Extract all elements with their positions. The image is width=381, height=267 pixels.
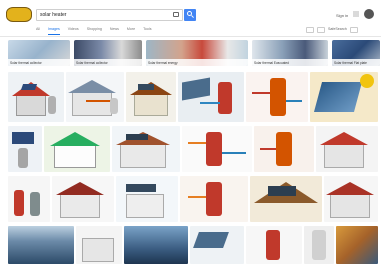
image-result[interactable] <box>310 72 378 122</box>
image-result[interactable] <box>124 226 188 264</box>
image-result[interactable] <box>52 176 114 222</box>
account-avatar[interactable] <box>364 9 374 19</box>
settings-icon[interactable] <box>349 27 358 33</box>
image-result[interactable] <box>8 72 64 122</box>
image-result[interactable] <box>190 226 244 264</box>
search-input[interactable]: solar heater <box>36 9 183 21</box>
related-chip[interactable]: Solar thermal Flat plate <box>332 40 380 66</box>
image-result[interactable] <box>44 126 110 172</box>
image-result[interactable] <box>336 226 378 264</box>
related-chip[interactable]: Solar thermal Evacuated <box>252 40 328 66</box>
image-result[interactable] <box>126 72 176 122</box>
tab-shopping[interactable]: Shopping <box>87 27 102 35</box>
image-result[interactable] <box>246 226 302 264</box>
image-result[interactable] <box>180 176 248 222</box>
search-query-text: solar heater <box>40 12 67 18</box>
search-tabs: All Images Videos Shopping News More Too… <box>36 27 152 35</box>
apps-grid-icon[interactable] <box>353 11 359 17</box>
image-result[interactable] <box>324 176 378 222</box>
image-result[interactable] <box>8 226 74 264</box>
image-result[interactable] <box>182 126 252 172</box>
tab-news[interactable]: News <box>110 27 119 35</box>
tab-all[interactable]: All <box>36 27 40 35</box>
image-result[interactable] <box>246 72 308 122</box>
image-result[interactable] <box>116 176 178 222</box>
related-chip[interactable]: Solar thermal collector <box>8 40 70 66</box>
image-result[interactable] <box>304 226 334 264</box>
search-button[interactable] <box>184 9 196 21</box>
search-engine-logo[interactable] <box>6 7 32 22</box>
tab-more[interactable]: More <box>127 27 135 35</box>
signin-link[interactable]: Sign in <box>336 13 348 18</box>
image-result[interactable] <box>250 176 322 222</box>
related-chip[interactable]: Solar thermal collector <box>74 40 142 66</box>
safesearch-toggle[interactable]: SafeSearch <box>328 27 347 33</box>
tab-images[interactable]: Images <box>48 27 60 35</box>
tab-tools[interactable]: Tools <box>143 27 151 35</box>
camera-icon[interactable] <box>173 12 179 17</box>
image-result[interactable] <box>316 126 378 172</box>
view-toggle-button[interactable] <box>306 27 314 33</box>
tab-videos[interactable]: Videos <box>68 27 79 35</box>
image-result[interactable] <box>112 126 180 172</box>
image-result[interactable] <box>8 176 50 222</box>
image-result[interactable] <box>76 226 122 264</box>
image-result[interactable] <box>8 126 42 172</box>
header-divider <box>0 36 381 37</box>
image-result[interactable] <box>66 72 124 122</box>
image-result[interactable] <box>178 72 244 122</box>
filter-button[interactable] <box>317 27 325 33</box>
related-chip[interactable]: Solar thermal energy <box>146 40 248 66</box>
image-tools: SafeSearch <box>306 27 358 33</box>
top-bar: solar heater Sign in <box>0 0 381 30</box>
image-result[interactable] <box>254 126 314 172</box>
